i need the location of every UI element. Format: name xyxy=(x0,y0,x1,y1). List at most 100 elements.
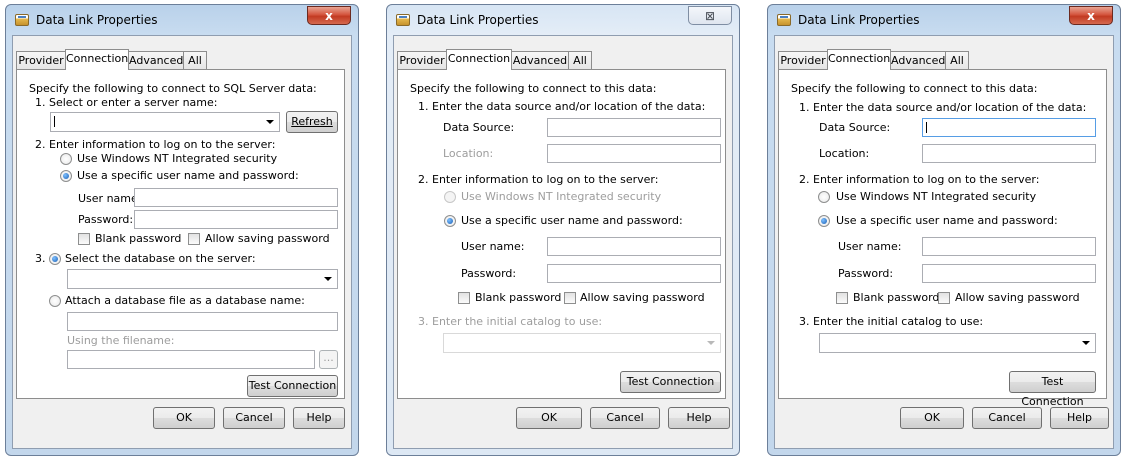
allow-saving-label: Allow saving password xyxy=(580,291,705,304)
tab-provider[interactable]: Provider xyxy=(16,51,66,69)
ok-button[interactable]: OK xyxy=(516,407,582,429)
tab-connection[interactable]: Connection xyxy=(446,49,512,70)
title-bar[interactable]: Data Link Properties ⊠ xyxy=(387,5,739,35)
specific-user-label: Use a specific user name and password: xyxy=(461,214,683,227)
specific-user-radio[interactable] xyxy=(444,215,456,227)
test-connection-button[interactable]: Test Connection xyxy=(247,375,338,397)
dialog-client: Provider Connection Advanced All Specify… xyxy=(774,35,1114,449)
step3-label: 3. Enter the initial catalog to use: xyxy=(418,315,603,328)
step2-label: 2. Enter information to log on to the se… xyxy=(35,138,276,151)
chevron-down-icon xyxy=(324,277,332,281)
password-field[interactable] xyxy=(547,264,721,283)
dialog-generic-active: Data Link Properties x Provider Connecti… xyxy=(767,4,1121,456)
title-bar[interactable]: Data Link Properties x xyxy=(768,5,1120,35)
password-field[interactable] xyxy=(134,210,338,229)
windows-security-radio[interactable] xyxy=(60,153,72,165)
ok-button[interactable]: OK xyxy=(153,407,215,429)
data-source-field[interactable] xyxy=(922,118,1096,137)
blank-password-label: Blank password xyxy=(475,291,562,304)
blank-password-checkbox[interactable] xyxy=(458,292,470,304)
windows-security-radio[interactable] xyxy=(444,191,456,203)
specific-user-label: Use a specific user name and password: xyxy=(77,169,299,182)
select-database-radio[interactable] xyxy=(49,253,61,265)
location-label: Location: xyxy=(443,147,494,160)
test-connection-button[interactable]: Test Connection xyxy=(620,371,721,393)
data-link-icon xyxy=(777,14,791,26)
database-combo[interactable] xyxy=(67,269,338,289)
location-field[interactable] xyxy=(922,144,1096,163)
initial-catalog-combo[interactable] xyxy=(819,333,1096,353)
intro-text: Specify the following to connect to this… xyxy=(410,82,657,95)
server-name-combo[interactable] xyxy=(50,112,280,132)
password-label: Password: xyxy=(461,267,517,280)
data-source-label: Data Source: xyxy=(819,121,891,134)
database-name-field[interactable] xyxy=(67,312,338,331)
data-link-icon xyxy=(15,14,29,26)
help-button[interactable]: Help xyxy=(668,407,730,429)
user-name-label: User name: xyxy=(838,240,902,253)
user-name-field[interactable] xyxy=(134,188,338,207)
password-field[interactable] xyxy=(922,264,1096,283)
user-name-field[interactable] xyxy=(922,237,1096,256)
tab-connection[interactable]: Connection xyxy=(65,49,129,70)
user-name-field[interactable] xyxy=(547,237,721,256)
initial-catalog-combo[interactable] xyxy=(443,333,721,353)
tab-provider[interactable]: Provider xyxy=(397,51,447,69)
test-connection-button[interactable]: Test Connection xyxy=(1009,371,1096,408)
close-button[interactable]: x xyxy=(1069,6,1113,25)
help-button[interactable]: Help xyxy=(293,407,345,429)
location-label: Location: xyxy=(819,147,870,160)
step3-label: 3. Enter the initial catalog to use: xyxy=(799,315,984,328)
allow-saving-checkbox[interactable] xyxy=(188,233,200,245)
tab-provider[interactable]: Provider xyxy=(778,51,828,69)
step1-label: 1. Enter the data source and/or location… xyxy=(418,100,706,113)
tab-all[interactable]: All xyxy=(945,51,969,69)
location-field[interactable] xyxy=(547,144,721,163)
windows-security-label: Use Windows NT Integrated security xyxy=(836,190,1037,203)
connection-panel: Specify the following to connect to this… xyxy=(397,69,726,399)
specific-user-radio[interactable] xyxy=(818,215,830,227)
dialog-title: Data Link Properties xyxy=(798,13,920,27)
attach-database-radio[interactable] xyxy=(49,295,61,307)
data-link-icon xyxy=(396,14,410,26)
password-label: Password: xyxy=(78,213,134,226)
user-name-label: User name: xyxy=(461,240,525,253)
dialog-client: Provider Connection Advanced All Specify… xyxy=(393,35,733,449)
close-button[interactable]: ⊠ xyxy=(688,6,732,25)
allow-saving-checkbox[interactable] xyxy=(938,292,950,304)
allow-saving-label: Allow saving password xyxy=(205,232,330,245)
data-source-field[interactable] xyxy=(547,118,721,137)
browse-button[interactable]: ... xyxy=(319,350,338,369)
windows-security-radio[interactable] xyxy=(818,191,830,203)
attach-database-label: Attach a database file as a database nam… xyxy=(65,294,305,307)
tab-advanced[interactable]: Advanced xyxy=(128,51,184,69)
step3-number: 3. xyxy=(35,252,46,265)
tab-advanced[interactable]: Advanced xyxy=(890,51,946,69)
using-filename-label: Using the filename: xyxy=(67,334,175,347)
tab-advanced[interactable]: Advanced xyxy=(511,51,569,69)
dialog-title: Data Link Properties xyxy=(417,13,539,27)
cancel-button[interactable]: Cancel xyxy=(223,407,285,429)
dialog-client: Provider Connection Advanced All Specify… xyxy=(12,35,352,449)
specific-user-radio[interactable] xyxy=(60,170,72,182)
title-bar[interactable]: Data Link Properties x xyxy=(6,5,358,35)
close-button[interactable]: x xyxy=(307,6,351,25)
dialog-generic-unfocused: Data Link Properties ⊠ Provider Connecti… xyxy=(386,4,740,456)
blank-password-checkbox[interactable] xyxy=(78,233,90,245)
tab-connection[interactable]: Connection xyxy=(827,49,891,70)
blank-password-checkbox[interactable] xyxy=(836,292,848,304)
ok-button[interactable]: OK xyxy=(900,407,964,429)
refresh-button[interactable]: Refresh xyxy=(286,111,338,133)
cancel-button[interactable]: Cancel xyxy=(590,407,660,429)
tab-all[interactable]: All xyxy=(568,51,592,69)
windows-security-label: Use Windows NT Integrated security xyxy=(461,190,662,203)
dialog-sql-server: Data Link Properties x Provider Connecti… xyxy=(5,4,359,456)
connection-panel: Specify the following to connect to SQL … xyxy=(16,69,345,399)
data-source-label: Data Source: xyxy=(443,121,515,134)
allow-saving-checkbox[interactable] xyxy=(564,292,576,304)
help-button[interactable]: Help xyxy=(1050,407,1109,429)
cancel-button[interactable]: Cancel xyxy=(972,407,1042,429)
intro-text: Specify the following to connect to this… xyxy=(791,82,1038,95)
tab-all[interactable]: All xyxy=(183,51,207,69)
filename-field[interactable] xyxy=(67,350,315,369)
